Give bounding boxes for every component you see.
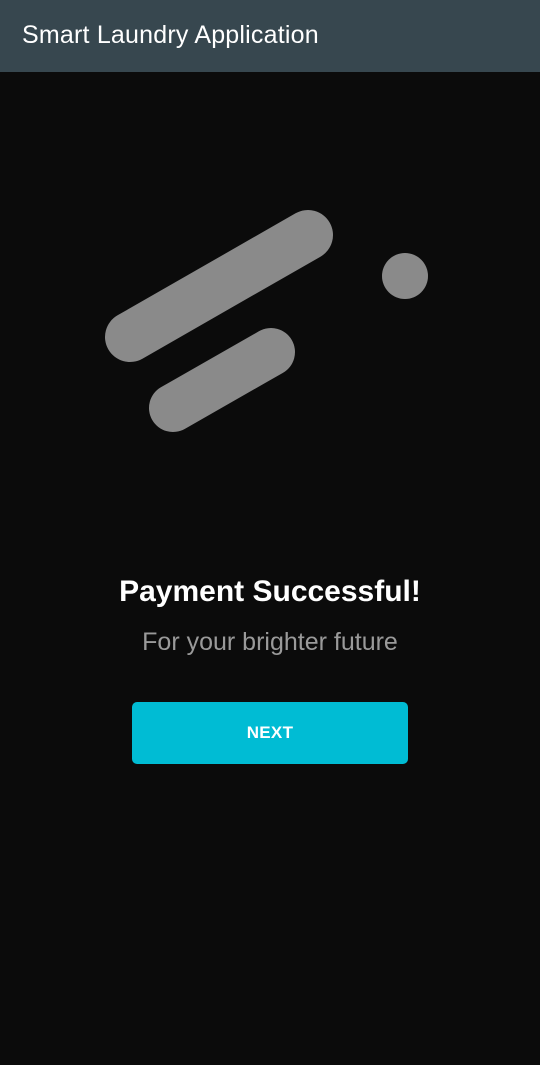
next-button[interactable]: NEXT <box>132 702 408 764</box>
app-bar: Smart Laundry Application <box>0 0 540 72</box>
payment-status-title: Payment Successful! <box>119 575 421 608</box>
payment-success-screen: Smart Laundry Application Payment Succes… <box>0 0 540 1065</box>
app-title: Smart Laundry Application <box>22 20 319 49</box>
payment-status-subtitle: For your brighter future <box>142 628 398 656</box>
app-logo-icon <box>105 210 428 432</box>
logo-short-stroke <box>149 328 295 432</box>
logo-long-stroke <box>105 210 333 362</box>
logo-dot <box>382 253 428 299</box>
